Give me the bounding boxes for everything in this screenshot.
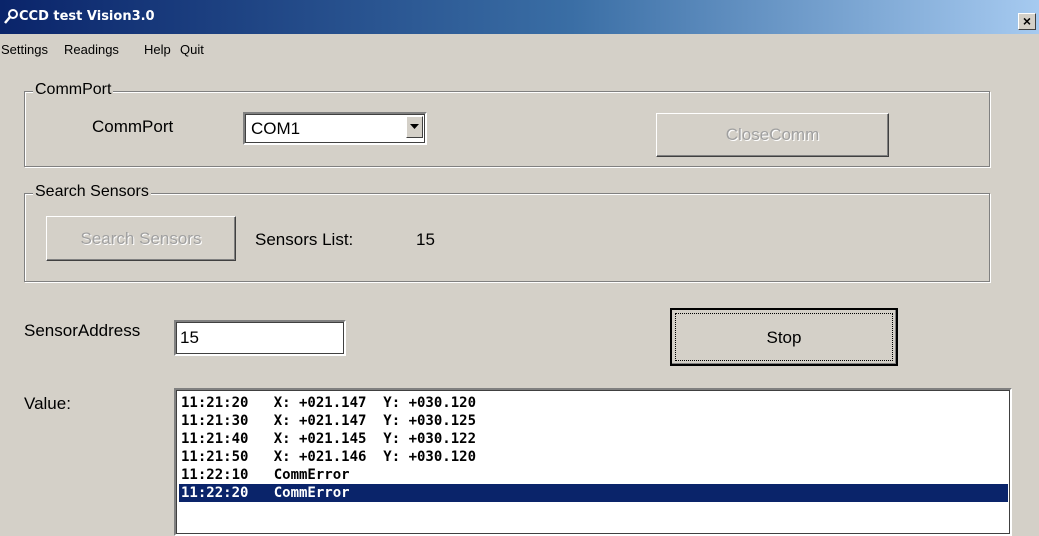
wrench-icon	[3, 9, 19, 25]
close-button[interactable]: ×	[1018, 13, 1036, 30]
menu-bar: Settings Readings Help Quit	[0, 42, 400, 62]
window-title: CCD test Vision3.0	[19, 9, 155, 24]
sensors-list-value: 15	[416, 230, 435, 249]
menu-readings[interactable]: Readings	[64, 42, 119, 57]
list-item[interactable]: 11:21:50 X: +021.146 Y: +030.120	[179, 448, 1008, 466]
list-item[interactable]: 11:21:30 X: +021.147 Y: +030.125	[179, 412, 1008, 430]
app-window: CCD test Vision3.0 × Settings Readings H…	[0, 0, 1039, 536]
stop-button-label: Stop	[766, 328, 802, 347]
sensor-address-value: 15	[180, 328, 199, 347]
close-comm-button-label: CloseComm	[725, 125, 820, 144]
menu-settings[interactable]: Settings	[1, 42, 48, 57]
search-sensors-button[interactable]: Search Sensors	[46, 216, 236, 261]
list-item[interactable]: 11:21:20 X: +021.147 Y: +030.120	[179, 394, 1008, 412]
list-item[interactable]: 11:22:10 CommError	[179, 466, 1008, 484]
stop-button[interactable]: Stop	[670, 308, 898, 366]
commport-select-value: COM1	[251, 119, 301, 138]
title-bar[interactable]: CCD test Vision3.0 ×	[0, 0, 1039, 34]
commport-group-legend: CommPort	[33, 81, 114, 99]
search-sensors-group-legend: Search Sensors	[33, 183, 151, 201]
search-sensors-button-label: Search Sensors	[80, 229, 202, 248]
sensor-address-label: SensorAddress	[24, 321, 141, 340]
sensors-list-label: Sensors List:	[255, 230, 354, 249]
menu-help[interactable]: Help	[144, 42, 171, 57]
readings-listbox[interactable]: 11:21:20 X: +021.147 Y: +030.120 11:21:3…	[174, 388, 1012, 536]
chevron-down-icon[interactable]	[406, 116, 423, 138]
close-comm-button[interactable]: CloseComm	[656, 113, 889, 157]
value-label: Value:	[24, 394, 71, 413]
commport-select[interactable]: COM1	[243, 112, 427, 145]
list-item[interactable]: 11:21:40 X: +021.145 Y: +030.122	[179, 430, 1008, 448]
list-item-selected[interactable]: 11:22:20 CommError	[179, 484, 1008, 502]
close-icon: ×	[1022, 13, 1032, 29]
commport-label: CommPort	[92, 117, 174, 136]
sensor-address-input[interactable]: 15	[174, 320, 346, 356]
menu-quit[interactable]: Quit	[180, 42, 204, 57]
